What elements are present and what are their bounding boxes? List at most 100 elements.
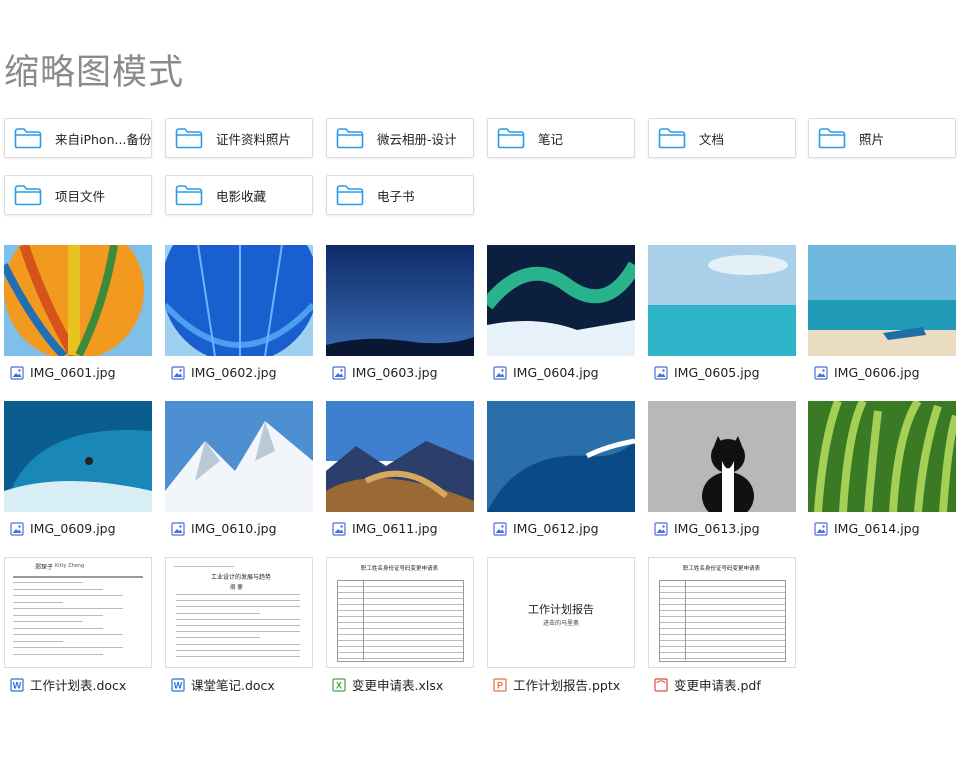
image-file-name: IMG_0603.jpg	[352, 364, 438, 380]
image-tile[interactable]: IMG_0601.jpg	[4, 245, 152, 380]
image-thumbnail	[326, 401, 474, 512]
folder-item[interactable]: 电影收藏	[165, 175, 313, 215]
preview-line	[174, 566, 234, 567]
image-tile[interactable]: IMG_0609.jpg	[4, 401, 152, 536]
preview-table-border	[337, 580, 464, 662]
preview-line	[176, 606, 300, 608]
ppt-icon: P	[493, 677, 507, 692]
folder-label: 文档	[699, 131, 725, 147]
folder-icon	[327, 184, 364, 206]
image-file-name: IMG_0601.jpg	[30, 364, 116, 380]
word-icon: W	[10, 677, 24, 692]
document-tile[interactable]: 职工姓名身份证号码变更申请表 X 变更申请表.xlsx	[326, 557, 474, 693]
document-preview: 工业设计的发展与趋势摘 要	[165, 557, 313, 668]
document-tile[interactable]: 郑琛子 Kitty Zheng W 工作计划表.docx	[4, 557, 152, 693]
svg-text:⌒: ⌒	[655, 680, 666, 691]
folder-item[interactable]: 笔记	[487, 118, 635, 158]
preview-line	[176, 618, 300, 620]
image-file-icon	[814, 521, 828, 536]
preview-line	[176, 594, 300, 595]
image-file-icon	[493, 521, 507, 536]
folder-item[interactable]: 电子书	[326, 175, 474, 215]
svg-text:P: P	[497, 681, 503, 691]
folder-item[interactable]: 照片	[808, 118, 956, 158]
folder-label: 微云相册-设计	[377, 131, 457, 147]
folder-item[interactable]: 项目文件	[4, 175, 152, 215]
image-tile[interactable]: IMG_0613.jpg	[648, 401, 796, 536]
image-caption: IMG_0604.jpg	[487, 364, 635, 380]
preview-table-divider	[363, 580, 364, 660]
folder-label: 笔记	[538, 131, 564, 147]
preview-line	[13, 576, 143, 578]
image-caption: IMG_0601.jpg	[4, 364, 152, 380]
preview-table-border	[659, 580, 786, 662]
image-thumbnail	[487, 401, 635, 512]
image-caption: IMG_0603.jpg	[326, 364, 474, 380]
image-tile[interactable]: IMG_0604.jpg	[487, 245, 635, 380]
preview-table-divider	[685, 580, 686, 660]
document-caption: P 工作计划报告.pptx	[487, 676, 635, 693]
preview-line	[176, 643, 300, 645]
document-caption: W 工作计划表.docx	[4, 676, 152, 693]
image-caption: IMG_0610.jpg	[165, 520, 313, 536]
image-tile[interactable]: IMG_0606.jpg	[808, 245, 956, 380]
document-tile[interactable]: 工业设计的发展与趋势摘 要 W 课堂笔记.docx	[165, 557, 313, 693]
folder-icon	[649, 127, 686, 149]
image-caption: IMG_0613.jpg	[648, 520, 796, 536]
preview-line	[13, 601, 63, 603]
document-caption: W 课堂笔记.docx	[165, 676, 313, 693]
image-tile[interactable]: IMG_0602.jpg	[165, 245, 313, 380]
image-caption: IMG_0606.jpg	[808, 364, 956, 380]
word-icon: W	[171, 677, 185, 692]
preview-heading: 职工姓名身份证号码变更申请表	[683, 566, 761, 572]
excel-icon: X	[332, 677, 346, 692]
folder-label: 电影收藏	[216, 188, 267, 204]
preview-line	[176, 649, 300, 651]
image-thumbnail	[648, 245, 796, 356]
document-preview: 工作计划报告 进击的马里奥	[487, 557, 635, 668]
preview-heading: 郑琛子	[35, 564, 54, 571]
image-file-icon	[654, 365, 668, 380]
image-caption: IMG_0602.jpg	[165, 364, 313, 380]
preview-line	[176, 637, 260, 639]
image-thumbnail	[808, 401, 956, 512]
preview-line	[13, 627, 103, 629]
image-caption: IMG_0611.jpg	[326, 520, 474, 536]
image-tile[interactable]: IMG_0612.jpg	[487, 401, 635, 536]
folder-icon	[809, 127, 846, 149]
folder-item[interactable]: 来自iPhon...备份	[4, 118, 152, 158]
pdf-icon: ⌒	[654, 677, 668, 692]
preview-line	[176, 631, 300, 633]
preview-line	[13, 582, 83, 583]
folder-item[interactable]: 微云相册-设计	[326, 118, 474, 158]
folder-item[interactable]: 证件资料照片	[165, 118, 313, 158]
image-tile[interactable]: IMG_0614.jpg	[808, 401, 956, 536]
document-caption: ⌒ 变更申请表.pdf	[648, 676, 796, 693]
document-file-name: 课堂笔记.docx	[191, 677, 275, 693]
folder-icon	[5, 127, 42, 149]
document-tile[interactable]: 工作计划报告 进击的马里奥 P 工作计划报告.pptx	[487, 557, 635, 693]
folder-label: 电子书	[377, 188, 415, 204]
image-file-icon	[10, 521, 24, 536]
preview-line	[13, 640, 63, 642]
image-tile[interactable]: IMG_0611.jpg	[326, 401, 474, 536]
folder-item[interactable]: 文档	[648, 118, 796, 158]
svg-text:W: W	[13, 681, 22, 691]
document-tile[interactable]: 职工姓名身份证号码变更申请表 ⌒ 变更申请表.pdf	[648, 557, 796, 693]
page-title: 缩略图模式	[4, 53, 185, 93]
preview-line	[176, 612, 260, 614]
image-thumbnail	[4, 245, 152, 356]
image-tile[interactable]: IMG_0605.jpg	[648, 245, 796, 380]
image-file-icon	[332, 365, 346, 380]
svg-text:X: X	[336, 681, 342, 691]
folder-icon	[166, 127, 203, 149]
image-file-icon	[171, 365, 185, 380]
image-thumbnail	[4, 401, 152, 512]
image-tile[interactable]: IMG_0603.jpg	[326, 245, 474, 380]
document-file-name: 变更申请表.xlsx	[352, 677, 444, 693]
preview-subheading: 摘 要	[230, 585, 243, 591]
image-tile[interactable]: IMG_0610.jpg	[165, 401, 313, 536]
preview-line	[176, 656, 300, 657]
document-file-name: 工作计划报告.pptx	[513, 677, 621, 693]
image-thumbnail	[487, 245, 635, 356]
